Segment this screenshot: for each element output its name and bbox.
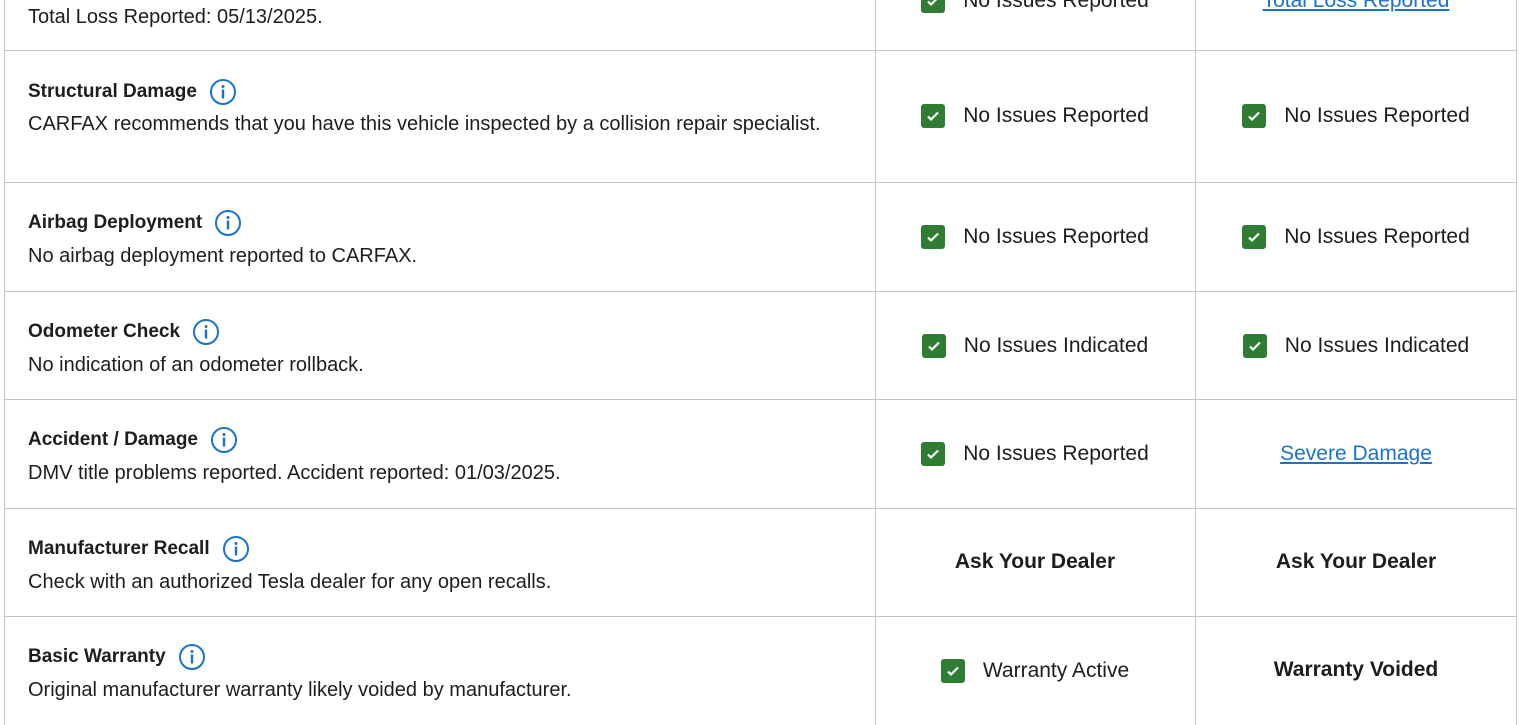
checkmark-icon <box>1242 104 1267 128</box>
status-cell-col1: No Issues Reported <box>876 101 1194 131</box>
status-text: No Issues Indicated <box>963 334 1149 357</box>
status-cell-col1: No Issues Reported <box>876 0 1194 16</box>
table-row-manufacturer-recall: Manufacturer Recall Check with an author… <box>0 509 1519 616</box>
row-description: No airbag deployment reported to CARFAX. <box>28 245 418 267</box>
row-description-cell: Odometer Check No indication of an odome… <box>28 318 848 376</box>
status-cell-col2: No Issues Reported <box>1196 222 1516 252</box>
status-cell-col2: No Issues Reported <box>1196 101 1516 131</box>
info-icon[interactable] <box>209 78 237 106</box>
row-description-cell: Total Loss Reported: 05/13/2025. <box>28 6 848 28</box>
row-description: CARFAX recommends that you have this veh… <box>28 113 821 135</box>
status-cell-col1: No Issues Reported <box>876 439 1194 469</box>
table-row-total-loss: Total Loss Reported: 05/13/2025. No Issu… <box>0 0 1519 50</box>
checkmark-icon <box>1242 334 1267 358</box>
history-comparison-table: Total Loss Reported: 05/13/2025. No Issu… <box>0 0 1519 725</box>
checkmark-icon <box>1242 225 1267 249</box>
info-icon[interactable] <box>222 535 250 563</box>
total-loss-reported-link[interactable]: Total Loss Reported <box>1263 0 1450 13</box>
checkmark-icon <box>921 334 946 358</box>
status-text: Warranty Active <box>982 659 1130 682</box>
info-icon[interactable] <box>210 426 238 454</box>
status-text: Ask Your Dealer <box>1275 550 1437 573</box>
row-description-cell: Airbag Deployment No airbag deployment r… <box>28 209 848 267</box>
status-text: No Issues Reported <box>963 0 1149 12</box>
status-text: Warranty Voided <box>1273 658 1439 681</box>
status-cell-col2: Warranty Voided <box>1196 655 1516 685</box>
row-title: Manufacturer Recall <box>28 538 210 559</box>
status-text: No Issues Indicated <box>1284 334 1470 357</box>
status-cell-col1: No Issues Reported <box>876 222 1194 252</box>
status-cell-col2: Total Loss Reported <box>1196 0 1516 16</box>
table-row-odometer-check: Odometer Check No indication of an odome… <box>0 292 1519 399</box>
status-cell-col2: Severe Damage <box>1196 439 1516 469</box>
info-icon[interactable] <box>178 643 206 671</box>
info-icon[interactable] <box>214 209 242 237</box>
info-icon[interactable] <box>192 318 220 346</box>
status-cell-col1: Warranty Active <box>876 656 1194 686</box>
status-cell-col2: No Issues Indicated <box>1196 331 1516 361</box>
table-row-structural-damage: Structural Damage CARFAX recommends that… <box>0 51 1519 182</box>
row-title: Structural Damage <box>28 81 197 102</box>
status-cell-col2: Ask Your Dealer <box>1196 547 1516 577</box>
row-title: Accident / Damage <box>28 429 198 450</box>
row-title: Airbag Deployment <box>28 212 203 233</box>
status-cell-col1: Ask Your Dealer <box>876 547 1194 577</box>
row-description: No indication of an odometer rollback. <box>28 354 364 376</box>
row-description: Total Loss Reported: 05/13/2025. <box>28 6 323 28</box>
row-description: Check with an authorized Tesla dealer fo… <box>28 571 552 593</box>
status-text: Ask Your Dealer <box>954 550 1116 573</box>
row-title: Basic Warranty <box>28 646 166 667</box>
checkmark-icon <box>921 225 946 249</box>
row-description: Original manufacturer warranty likely vo… <box>28 679 572 701</box>
table-row-airbag-deployment: Airbag Deployment No airbag deployment r… <box>0 183 1519 291</box>
table-row-accident-damage: Accident / Damage DMV title problems rep… <box>0 400 1519 508</box>
row-description-cell: Basic Warranty Original manufacturer war… <box>28 643 848 701</box>
status-text: No Issues Reported <box>1284 104 1470 127</box>
status-text: No Issues Reported <box>963 104 1149 127</box>
checkmark-icon <box>921 104 946 128</box>
status-cell-col1: No Issues Indicated <box>876 331 1194 361</box>
severe-damage-link[interactable]: Severe Damage <box>1280 442 1432 466</box>
row-description-cell: Structural Damage CARFAX recommends that… <box>28 78 848 134</box>
checkmark-icon <box>940 659 965 683</box>
row-description: DMV title problems reported. Accident re… <box>28 462 561 484</box>
checkmark-icon <box>921 442 946 466</box>
status-text: No Issues Reported <box>1284 225 1470 248</box>
status-text: No Issues Reported <box>963 225 1149 248</box>
row-title: Odometer Check <box>28 321 181 342</box>
table-row-basic-warranty: Basic Warranty Original manufacturer war… <box>0 617 1519 725</box>
status-text: No Issues Reported <box>963 442 1149 465</box>
row-description-cell: Manufacturer Recall Check with an author… <box>28 535 848 593</box>
checkmark-icon <box>921 0 946 13</box>
row-description-cell: Accident / Damage DMV title problems rep… <box>28 426 848 484</box>
